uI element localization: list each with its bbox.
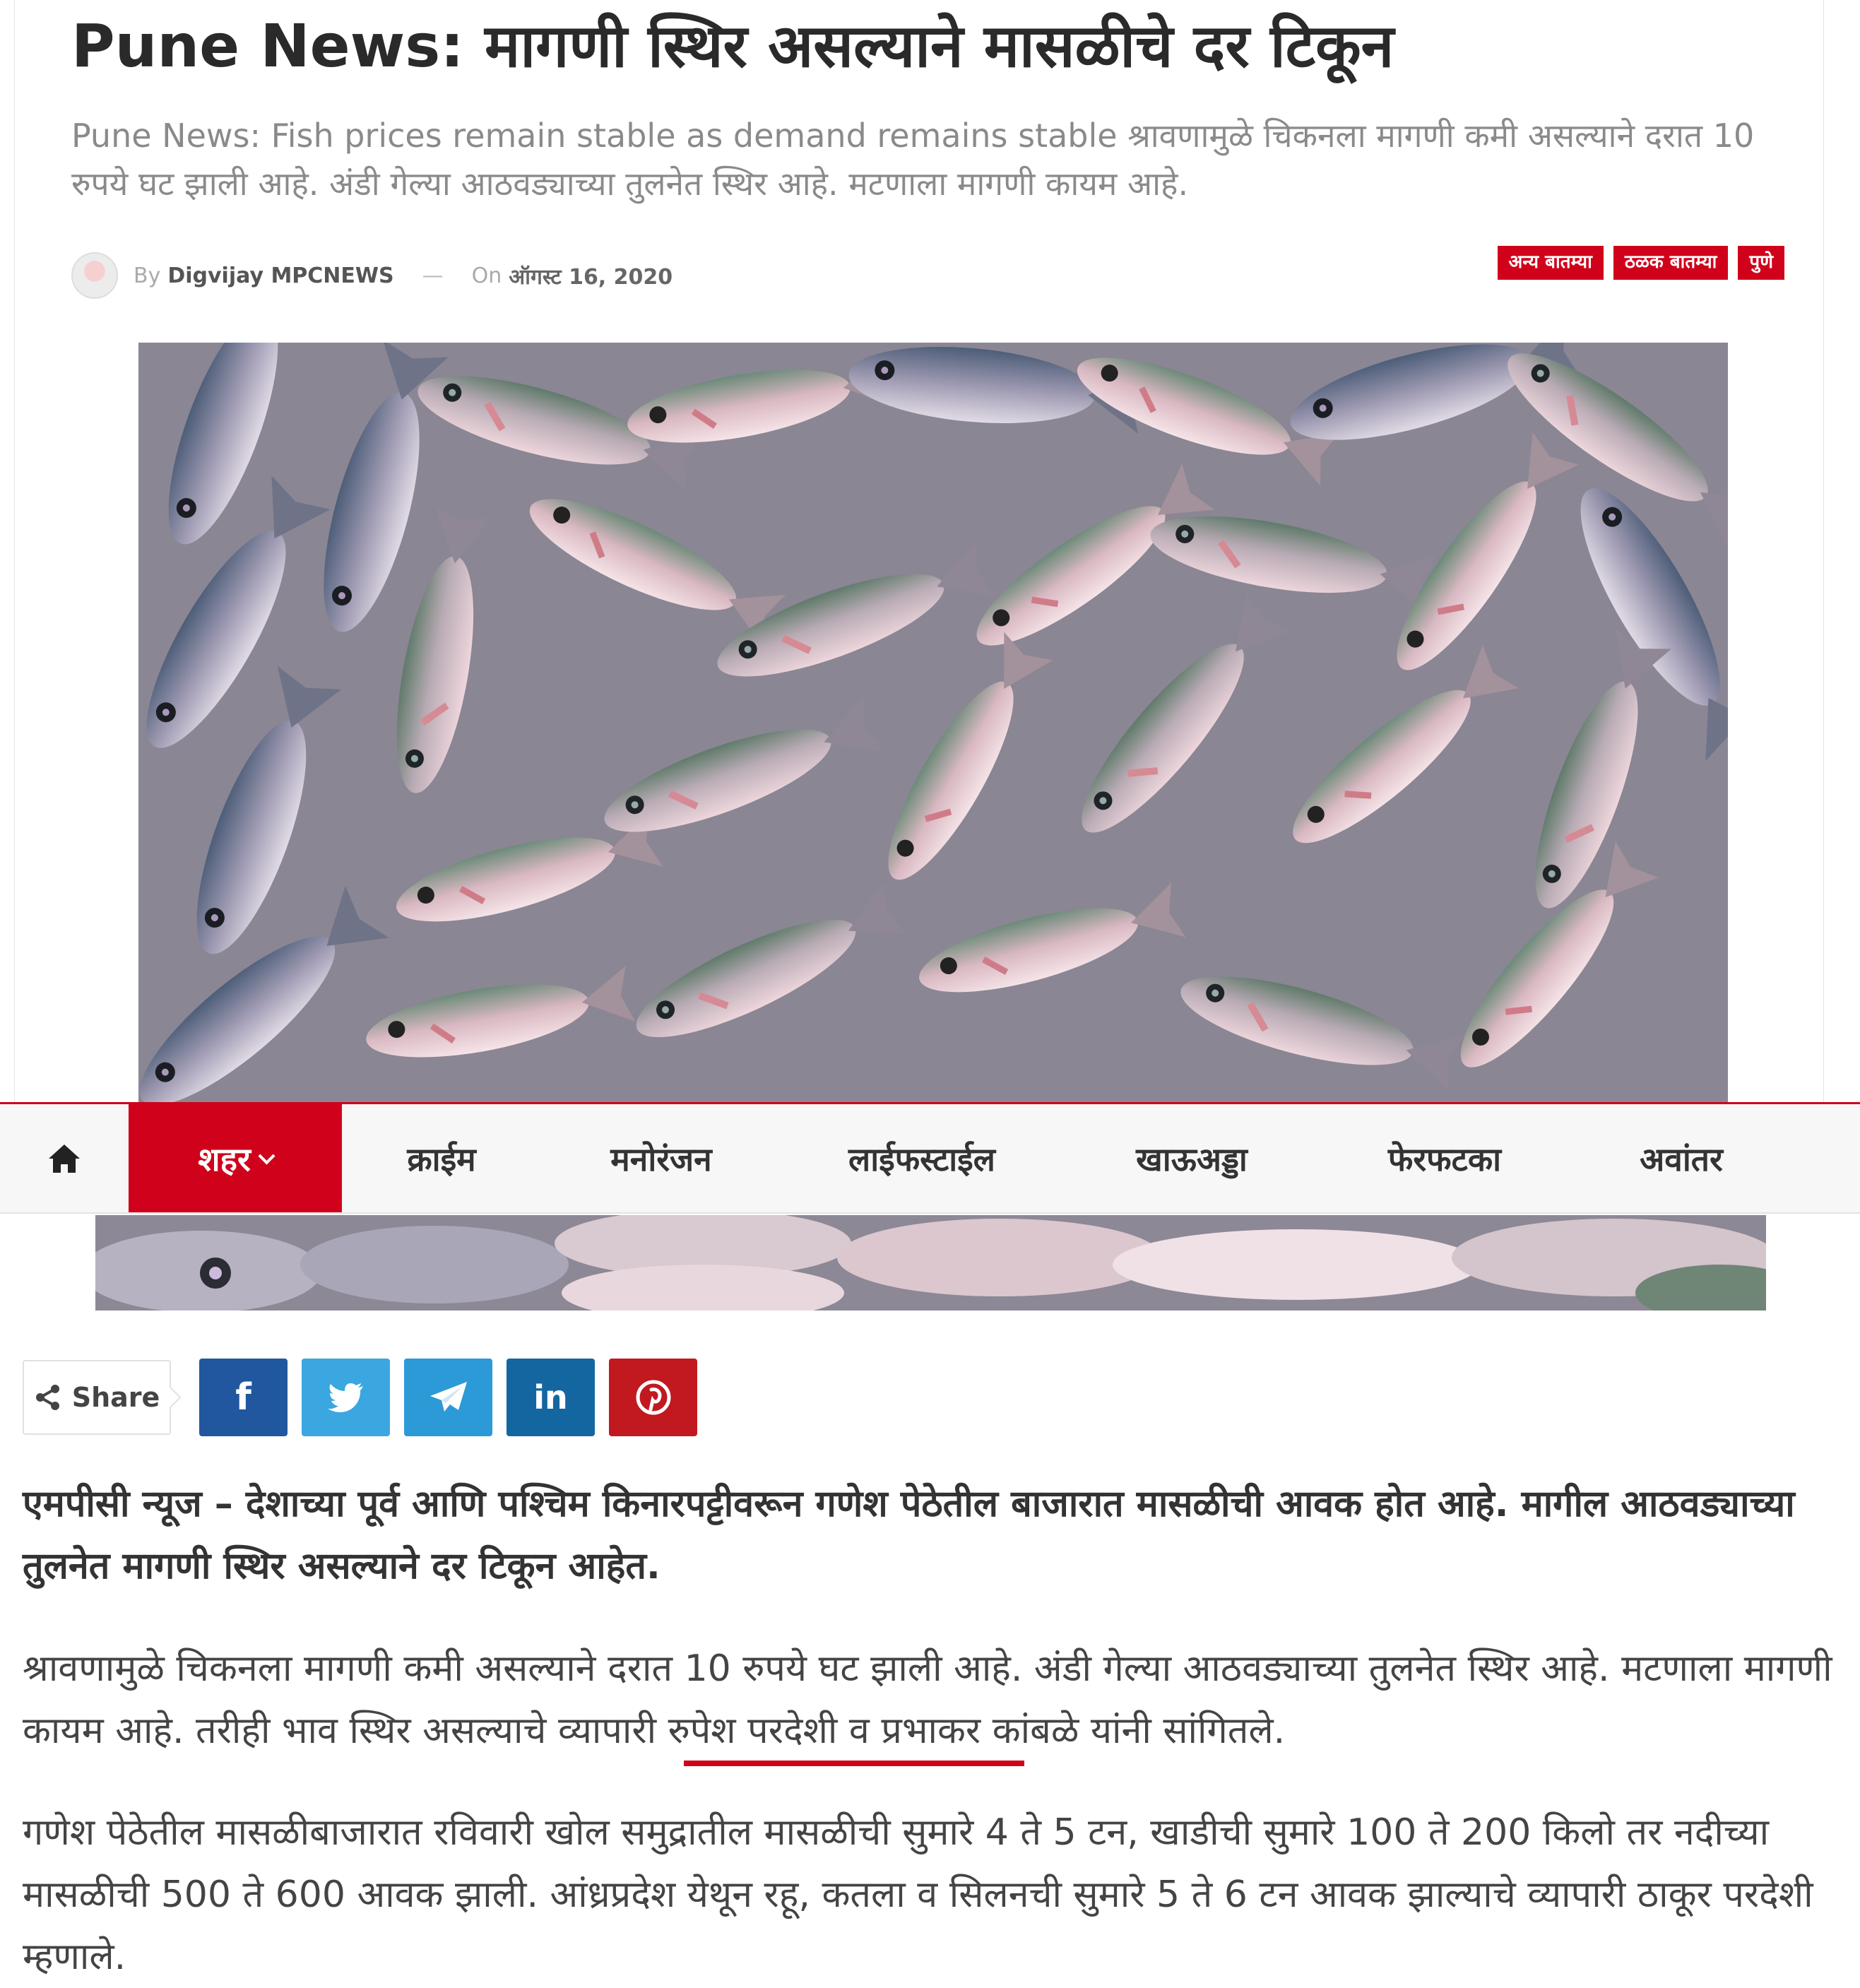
article-paragraph: गणेश पेठेतील मासळीबाजारात रविवारी खोल सम… bbox=[23, 1811, 1813, 1978]
nav-item-misc[interactable]: अवांतर bbox=[1568, 1104, 1794, 1212]
featured-image-continued bbox=[95, 1215, 1766, 1310]
article-paragraph: श्रावणामुळे चिकनला मागणी कमी असल्याने दर… bbox=[23, 1647, 1832, 1752]
share-button[interactable]: Share bbox=[23, 1360, 171, 1435]
nav-item-crime[interactable]: क्राईम bbox=[342, 1104, 541, 1212]
nav-item-city-label: शहर bbox=[198, 1140, 251, 1178]
facebook-icon: f bbox=[235, 1376, 251, 1419]
paper-plane-icon bbox=[430, 1382, 467, 1412]
on-label: On bbox=[471, 263, 502, 288]
pinterest-icon bbox=[636, 1380, 670, 1415]
meta-separator: — bbox=[422, 263, 444, 288]
highlight-underline bbox=[684, 1761, 1024, 1766]
article-header: Pune News: मागणी स्थिर असल्याने मासळीचे … bbox=[14, 0, 1824, 1102]
article-subtitle: Pune News: Fish prices remain stable as … bbox=[71, 117, 1755, 203]
share-icon bbox=[35, 1385, 59, 1410]
article-lead-paragraph: एमपीसी न्यूज – देशाच्या पूर्व आणि पश्चिम… bbox=[23, 1483, 1795, 1587]
linkedin-icon: in bbox=[533, 1378, 568, 1416]
telegram-share-button[interactable] bbox=[404, 1359, 492, 1436]
publish-date: ऑगस्ट 16, 2020 bbox=[509, 264, 673, 290]
nav-item-lifestyle[interactable]: लाईफस्टाईल bbox=[781, 1104, 1062, 1212]
category-tag-headlines[interactable]: ठळक बातम्या bbox=[1613, 246, 1729, 280]
home-icon bbox=[49, 1144, 80, 1173]
nav-item-entertainment[interactable]: मनोरंजन bbox=[541, 1104, 781, 1212]
category-tag-other-news[interactable]: अन्य बातम्या bbox=[1497, 246, 1604, 280]
nav-item-travel[interactable]: फेरफटका bbox=[1321, 1104, 1568, 1212]
author-avatar[interactable] bbox=[71, 252, 118, 299]
fish-market-photo-icon bbox=[138, 343, 1728, 1102]
author-name[interactable]: Digvijay MPCNEWS bbox=[167, 264, 393, 288]
twitter-share-button[interactable] bbox=[302, 1359, 390, 1436]
linkedin-share-button[interactable]: in bbox=[507, 1359, 595, 1436]
featured-image bbox=[138, 343, 1728, 1102]
facebook-share-button[interactable]: f bbox=[199, 1359, 288, 1436]
pinterest-share-button[interactable] bbox=[609, 1359, 697, 1436]
share-label: Share bbox=[71, 1382, 160, 1413]
share-bar: Share f in bbox=[23, 1358, 711, 1437]
article-meta: By Digvijay MPCNEWS — On ऑगस्ट 16, 2020 bbox=[71, 251, 919, 300]
category-tag-pune[interactable]: पुणे bbox=[1738, 246, 1784, 280]
nav-item-city[interactable]: शहर bbox=[129, 1104, 342, 1212]
twitter-icon bbox=[327, 1383, 363, 1412]
by-label: By bbox=[134, 263, 161, 288]
fish-photo-strip-icon bbox=[95, 1215, 1766, 1310]
nav-home[interactable] bbox=[0, 1104, 129, 1212]
category-tags: अन्य बातम्या ठळक बातम्या पुणे bbox=[1497, 246, 1784, 280]
chevron-down-icon bbox=[258, 1147, 276, 1165]
article-title: Pune News: मागणी स्थिर असल्याने मासळीचे … bbox=[71, 11, 1394, 81]
main-nav-bar: शहर क्राईम मनोरंजन लाईफस्टाईल खाऊअड्डा फ… bbox=[0, 1102, 1860, 1214]
nav-item-food[interactable]: खाऊअड्डा bbox=[1062, 1104, 1321, 1212]
